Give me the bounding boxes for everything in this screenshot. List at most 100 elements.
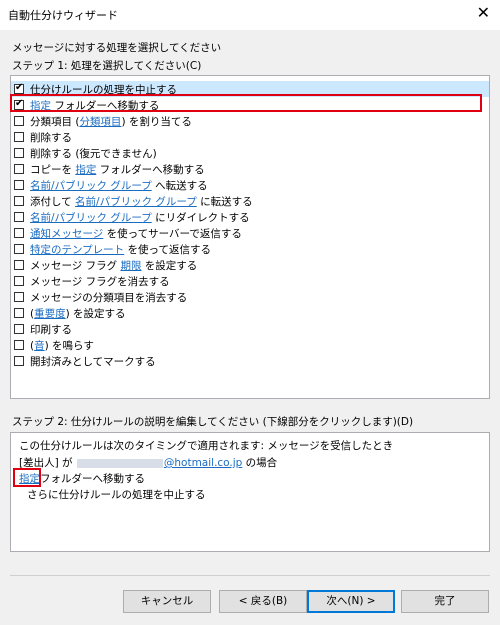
action-label: メッセージ フラグを消去する (30, 274, 170, 289)
action-link[interactable]: 名前/パブリック グループ (30, 212, 152, 224)
description-line-stop: さらに仕分けルールの処理を中止する (27, 489, 206, 501)
action-label: 削除する (復元できません) (30, 146, 157, 161)
description-line-move: 指定フォルダーへ移動する (19, 471, 145, 486)
back-button[interactable]: < 戻る(B) (219, 590, 307, 613)
action-checkbox[interactable] (14, 260, 24, 270)
action-checkbox[interactable] (14, 164, 24, 174)
action-checkbox[interactable] (14, 292, 24, 302)
action-row[interactable]: 名前/パブリック グループ へ転送する (11, 177, 489, 193)
action-checkbox[interactable] (14, 276, 24, 286)
action-row[interactable]: 削除する (11, 129, 489, 145)
close-icon[interactable]: ✕ (477, 3, 490, 22)
action-label: (重要度) を設定する (30, 306, 126, 321)
action-checkbox[interactable]: ✔ (14, 82, 24, 94)
action-checkbox[interactable] (14, 324, 24, 334)
description-line-sender: [差出人] が @hotmail.co.jp の場合 (19, 455, 277, 470)
redacted-email-name (76, 458, 163, 468)
action-text: ) を鳴らす (44, 340, 94, 352)
action-row[interactable]: 削除する (復元できません) (11, 145, 489, 161)
sender-suffix: の場合 (242, 457, 278, 469)
action-row[interactable]: 名前/パブリック グループ にリダイレクトする (11, 209, 489, 225)
action-text: にリダイレクトする (151, 212, 250, 224)
action-row[interactable]: メッセージ フラグ 期限 を設定する (11, 257, 489, 273)
action-text: ) を設定する (65, 308, 126, 320)
action-label: メッセージの分類項目を消去する (30, 290, 187, 305)
move-text: フォルダーへ移動する (40, 473, 145, 485)
action-row[interactable]: ✔ 仕分けルールの処理を中止する (11, 81, 489, 97)
description-line-trigger: この仕分けルールは次のタイミングで適用されます: メッセージを受信したとき (19, 440, 394, 452)
action-row[interactable]: 特定のテンプレート を使って返信する (11, 241, 489, 257)
action-text: に転送する (196, 196, 253, 208)
action-label: 仕分けルールの処理を中止する (30, 82, 177, 97)
action-link[interactable]: 分類項目 (79, 116, 121, 128)
step2-label: ステップ 2: 仕分けルールの説明を編集してください (下線部分をクリックします… (12, 416, 414, 428)
action-text: フォルダーへ移動する (51, 100, 160, 112)
action-text: 削除する (復元できません) (30, 148, 157, 160)
action-checkbox[interactable] (14, 116, 24, 126)
action-text: 分類項目 ( (30, 116, 80, 128)
action-row[interactable]: (音) を鳴らす (11, 337, 489, 353)
action-checkbox[interactable] (14, 148, 24, 158)
action-row[interactable]: 添付して 名前/パブリック グループ に転送する (11, 193, 489, 209)
action-text: メッセージ フラグ (30, 260, 121, 272)
action-label: 添付して 名前/パブリック グループ に転送する (30, 194, 253, 209)
action-checkbox[interactable] (14, 308, 24, 318)
finish-button[interactable]: 完了 (401, 590, 489, 613)
cancel-button[interactable]: キャンセル (123, 590, 211, 613)
action-label: 削除する (30, 130, 72, 145)
sender-email-link[interactable]: @hotmail.co.jp (164, 457, 242, 469)
action-checkbox[interactable] (14, 244, 24, 254)
action-row[interactable]: (重要度) を設定する (11, 305, 489, 321)
action-link[interactable]: 期限 (120, 260, 141, 272)
action-link[interactable]: 名前/パブリック グループ (30, 180, 152, 192)
action-text: を使って返信する (124, 244, 211, 256)
title-bar: 自動仕分けウィザード ✕ (0, 0, 500, 30)
action-row[interactable]: 印刷する (11, 321, 489, 337)
action-checkbox[interactable] (14, 180, 24, 190)
action-label: 通知メッセージ を使ってサーバーで返信する (30, 226, 242, 241)
action-checkbox[interactable]: ✔ (14, 98, 24, 110)
checkmark-icon: ✔ (15, 98, 24, 109)
action-link[interactable]: 通知メッセージ (30, 228, 103, 240)
action-row[interactable]: コピーを 指定 フォルダーへ移動する (11, 161, 489, 177)
action-link[interactable]: 特定のテンプレート (30, 244, 124, 256)
action-checkbox[interactable] (14, 228, 24, 238)
action-checkbox[interactable] (14, 356, 24, 366)
action-row[interactable]: 分類項目 (分類項目) を割り当てる (11, 113, 489, 129)
action-row[interactable]: メッセージ フラグを消去する (11, 273, 489, 289)
action-row[interactable]: ✔ 指定 フォルダーへ移動する (11, 97, 489, 113)
action-link[interactable]: 音 (34, 340, 45, 352)
actions-listbox[interactable]: ✔ 仕分けルールの処理を中止する ✔ 指定 フォルダーへ移動する 分類項目 (分類項目)… (10, 75, 490, 399)
action-link[interactable]: 指定 (75, 164, 96, 176)
separator (10, 575, 490, 576)
action-label: 開封済みとしてマークする (30, 354, 156, 369)
action-label: コピーを 指定 フォルダーへ移動する (30, 162, 205, 177)
action-label: (音) を鳴らす (30, 338, 94, 353)
action-checkbox[interactable] (14, 196, 24, 206)
instruction-text: メッセージに対する処理を選択してください (12, 42, 222, 54)
specified-folder-link[interactable]: 指定 (19, 473, 40, 485)
action-row[interactable]: メッセージの分類項目を消去する (11, 289, 489, 305)
action-label: 特定のテンプレート を使って返信する (30, 242, 211, 257)
action-label: 分類項目 (分類項目) を割り当てる (30, 114, 192, 129)
action-checkbox[interactable] (14, 132, 24, 142)
step1-label: ステップ 1: 処理を選択してください(C) (12, 60, 202, 72)
action-link[interactable]: 指定 (30, 100, 51, 112)
action-row[interactable]: 開封済みとしてマークする (11, 353, 489, 369)
action-link[interactable]: 重要度 (34, 308, 66, 320)
next-button[interactable]: 次へ(N) > (307, 590, 395, 613)
action-label: 名前/パブリック グループ へ転送する (30, 178, 208, 193)
action-label: メッセージ フラグ 期限 を設定する (30, 258, 197, 273)
action-text: コピーを (30, 164, 76, 176)
action-text: メッセージ フラグを消去する (30, 276, 170, 288)
action-row[interactable]: 通知メッセージ を使ってサーバーで返信する (11, 225, 489, 241)
action-label: 名前/パブリック グループ にリダイレクトする (30, 210, 250, 225)
action-link[interactable]: 名前/パブリック グループ (75, 196, 197, 208)
action-text: 添付して (30, 196, 76, 208)
action-text: フォルダーへ移動する (96, 164, 205, 176)
action-checkbox[interactable] (14, 212, 24, 222)
action-text: へ転送する (151, 180, 208, 192)
action-text: 印刷する (30, 324, 72, 336)
action-checkbox[interactable] (14, 340, 24, 350)
action-text: 開封済みとしてマークする (30, 356, 156, 368)
